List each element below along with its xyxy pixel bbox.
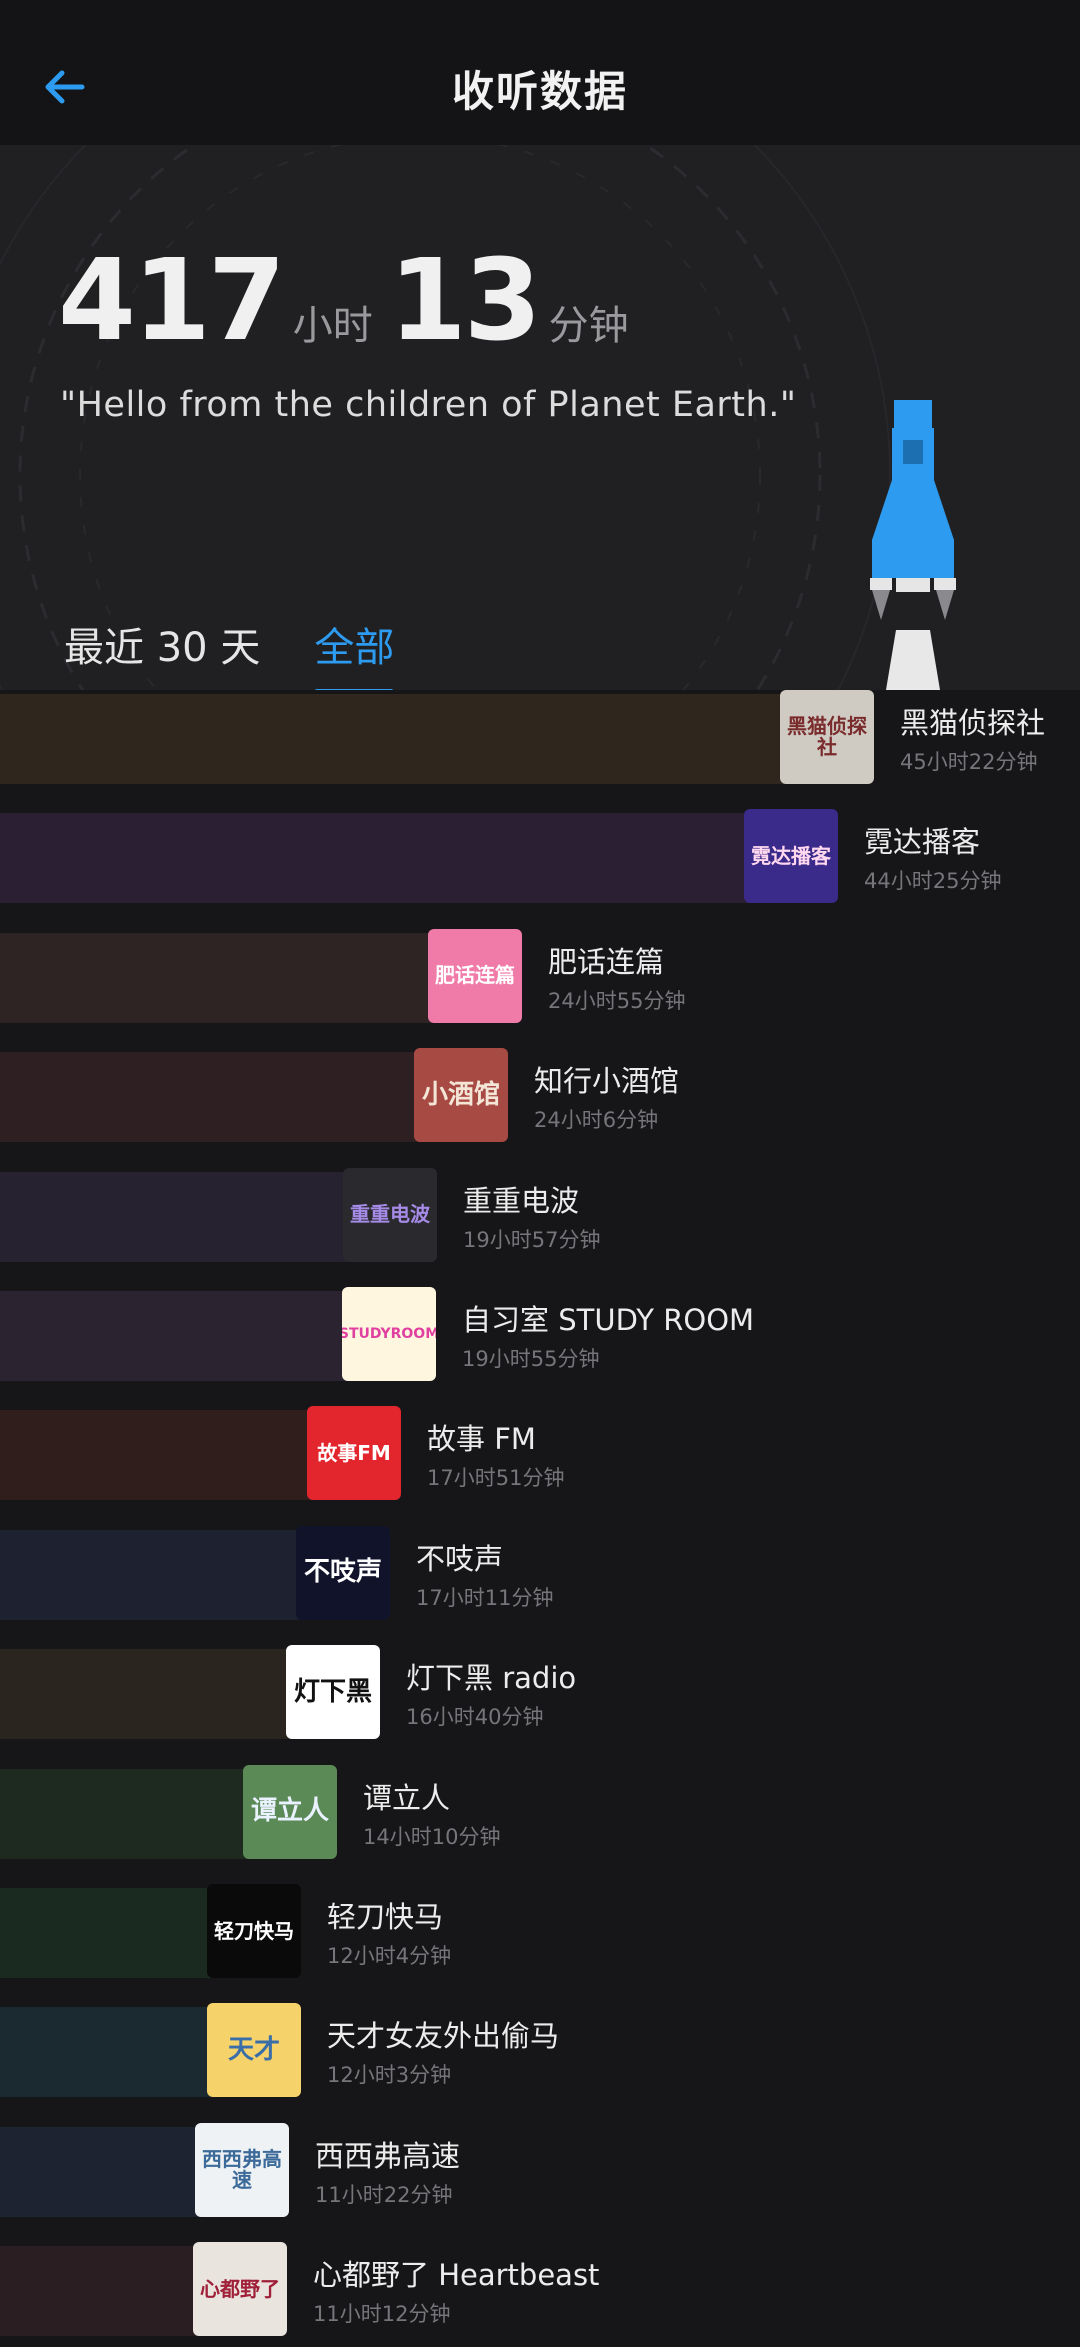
podcast-row[interactable]: 重重电波 重重电波 19小时57分钟 [0,1167,1080,1264]
podcast-duration: 16小时40分钟 [406,1705,544,1730]
tab-all[interactable]: 全部 [314,615,395,690]
podcast-duration: 45小时22分钟 [900,750,1038,774]
podcast-name: 重重电波 [463,1183,580,1218]
duration-bar [0,2126,199,2217]
podcast-row[interactable]: 故事FM 故事 FM 17小时51分钟 [0,1406,1080,1502]
podcast-cover: 谭立人 [243,1764,337,1859]
minutes-unit: 分钟 [548,303,629,349]
podcast-name: 灯下黑 radio [406,1661,577,1696]
podcast-cover: 西西弗高速 [195,2122,289,2217]
podcast-name: 知行小酒馆 [534,1064,680,1099]
page-title: 收听数据 [451,67,628,116]
range-tabs: 最近 30 天 全部 [64,615,395,690]
podcast-cover: 天才 [207,2003,301,2098]
duration-bar [0,1649,290,1740]
duration-bar [0,1529,300,1620]
podcast-row[interactable]: 黑猫侦探社 黑猫侦探社 45小时22分钟 [0,690,1080,786]
podcast-row[interactable]: STUDYROOM 自习室 STUDY ROOM 19小时55分钟 [0,1287,1080,1383]
podcast-cover: 小酒馆 [414,1048,508,1143]
rocket-icon [870,400,956,690]
podcast-row[interactable]: 心都野了 心都野了 Heartbeast 11小时12分钟 [0,2242,1080,2338]
podcast-duration: 14小时10分钟 [363,1824,501,1849]
podcast-duration: 12小时3分钟 [327,2063,452,2088]
podcast-row[interactable]: 肥话连篇 肥话连篇 24小时55分钟 [0,928,1080,1025]
podcast-row[interactable]: 不吱声 不吱声 17小时11分钟 [0,1525,1080,1622]
podcast-cover: 心都野了 [193,2242,287,2337]
podcast-cover: 灯下黑 [286,1645,380,1740]
duration-bar [0,2007,211,2098]
podcast-duration: 24小时6分钟 [534,1108,659,1133]
tab-recent-30-days[interactable]: 最近 30 天 [64,615,260,690]
podcast-row[interactable]: 西西弗高速 西西弗高速 11小时22分钟 [0,2122,1080,2219]
podcast-duration: 11小时22分钟 [315,2182,453,2207]
hours-unit: 小时 [292,303,373,349]
podcast-name: 故事 FM [427,1422,536,1457]
duration-bar [0,1410,311,1501]
podcast-name: 西西弗高速 [315,2138,461,2173]
podcast-row[interactable]: 天才 天才女友外出偷马 12小时3分钟 [0,2003,1080,2099]
podcast-name: 霓达播客 [864,825,981,860]
podcast-duration: 17小时11分钟 [416,1585,554,1610]
podcast-cover: 黑猫侦探社 [780,690,874,784]
duration-bar [0,694,784,784]
podcast-name: 轻刀快马 [327,1900,444,1934]
podcast-row[interactable]: 霓达播客 霓达播客 44小时25分钟 [0,809,1080,905]
duration-bar [0,2246,197,2337]
duration-bar [0,1888,211,1978]
summary-card: 417 小时 13 分钟 "Hello from the children of… [0,145,1080,690]
podcast-name: 心都野了 Heartbeast [313,2258,600,2293]
minutes-value: 13 [388,236,542,366]
duration-bar [0,1052,418,1143]
top-bar: 收听数据 [0,0,1080,145]
hours-value: 417 [58,236,286,366]
podcast-duration: 19小时57分钟 [463,1227,601,1252]
listening-stats-screen: 收听数据 417 小时 13 分钟 "Hello from the childr… [0,0,1080,2347]
podcast-duration: 11小时12分钟 [313,2302,451,2327]
podcast-duration: 12小时4分钟 [327,1944,452,1968]
podcast-cover: 故事FM [307,1406,401,1501]
podcast-cover: 肥话连篇 [428,928,522,1023]
podcast-name: 不吱声 [416,1541,504,1576]
duration-bar [0,813,748,904]
podcast-cover: 霓达播客 [744,809,838,904]
podcast-duration: 19小时55分钟 [462,1347,600,1371]
podcast-duration: 17小时51分钟 [427,1466,565,1491]
duration-bar [0,1291,346,1381]
podcast-row[interactable]: 小酒馆 知行小酒馆 24小时6分钟 [0,1048,1080,1144]
podcast-cover: STUDYROOM [342,1287,436,1381]
podcast-duration: 44小时25分钟 [864,869,1002,894]
podcast-name: 自习室 STUDY ROOM [462,1303,755,1337]
podcast-cover: 轻刀快马 [207,1884,301,1978]
total-listening-time: 417 小时 13 分钟 [58,245,645,357]
podcast-row[interactable]: 轻刀快马 轻刀快马 12小时4分钟 [0,1884,1080,1980]
duration-bar [0,1171,347,1262]
podcast-duration: 24小时55分钟 [548,988,686,1013]
podcast-cover: 重重电波 [343,1167,437,1262]
podcast-name: 肥话连篇 [548,944,665,979]
duration-bar [0,932,432,1023]
podcast-row[interactable]: 灯下黑 灯下黑 radio 16小时40分钟 [0,1645,1080,1741]
podcast-name: 谭立人 [363,1780,451,1815]
podcast-row[interactable]: 谭立人 谭立人 14小时10分钟 [0,1764,1080,1861]
quote-text: "Hello from the children of Planet Earth… [60,385,797,425]
podcast-cover: 不吱声 [296,1525,390,1620]
duration-bar [0,1768,247,1859]
podcast-name: 黑猫侦探社 [900,706,1046,740]
podcast-name: 天才女友外出偷马 [327,2019,560,2054]
